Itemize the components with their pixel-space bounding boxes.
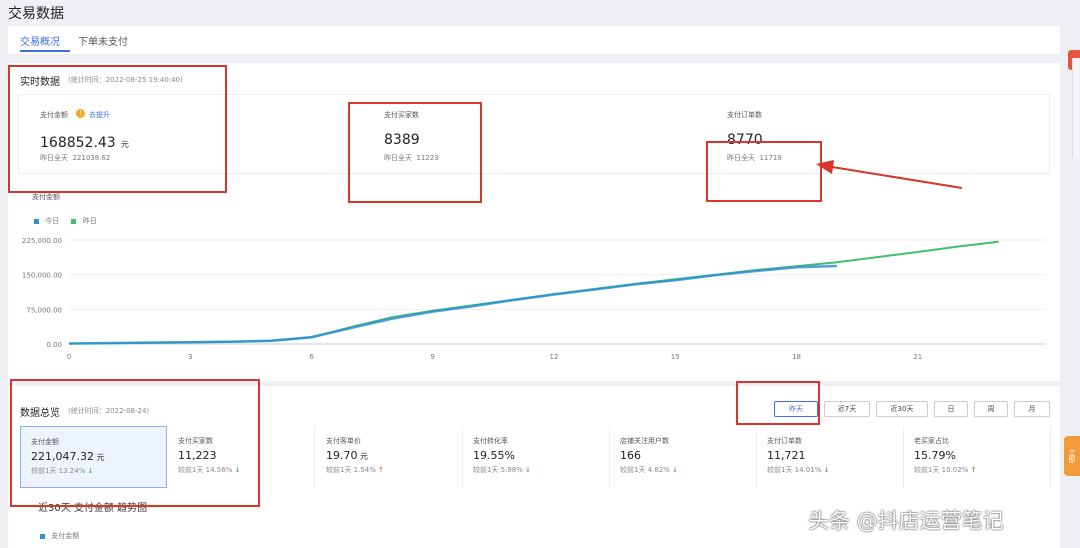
side-scroll-strip: [1072, 58, 1080, 158]
x-tick-label: 21: [913, 353, 922, 361]
annotation-box-yesterday: [736, 381, 820, 425]
metric-compare: 较前1天 10.02% ↑: [914, 466, 977, 474]
metric-value: 19.70 元: [326, 449, 369, 462]
arrow-down-icon: ↓: [672, 466, 679, 474]
range-30days-button[interactable]: 近30天: [876, 401, 928, 417]
annotation-box-pay-amount: [8, 65, 227, 193]
active-tab-indicator: [20, 50, 70, 52]
page-title: 交易数据: [8, 6, 64, 22]
x-tick-label: 0: [67, 353, 71, 361]
metric-unit: 元: [357, 452, 369, 461]
x-tick-label: 18: [792, 353, 801, 361]
metric-card[interactable]: 支付订单数 11,721 较前1天 14.01% ↓: [757, 426, 904, 488]
y-tick-label: 0.00: [46, 341, 62, 349]
side-promo-badge[interactable]: 立即: [1064, 436, 1080, 476]
tab-unpaid-orders[interactable]: 下单未支付: [78, 33, 128, 48]
tab-overview[interactable]: 交易概况: [20, 33, 60, 48]
y-tick-label: 150,000.00: [22, 272, 62, 280]
metric-compare: 较前1天 4.82% ↓: [620, 466, 679, 474]
range-7days-button[interactable]: 近7天: [824, 401, 870, 417]
metric-card[interactable]: 店铺关注用户数 166 较前1天 4.82% ↓: [610, 426, 757, 488]
chart-title: 支付金额: [32, 193, 60, 201]
legend-yesterday-swatch: [71, 218, 77, 224]
range-week-button[interactable]: 周: [974, 401, 1008, 417]
annotation-box-buyers: [348, 102, 482, 203]
trend-legend-swatch: [40, 533, 45, 539]
x-tick-label: 3: [188, 353, 192, 361]
y-tick-label: 75,000.00: [26, 306, 62, 314]
metric-label: 支付转化率: [473, 437, 508, 445]
metric-label: 老买家占比: [914, 437, 949, 445]
arrow-up-icon: ↑: [378, 466, 385, 474]
metric-value: 11,721: [767, 449, 806, 462]
metric-label: 支付客单价: [326, 437, 361, 445]
tab-bar: 交易概况 下单未支付: [8, 26, 1060, 54]
arrow-down-icon: ↓: [525, 466, 532, 474]
legend-yesterday: 昨日: [82, 217, 97, 225]
annotation-arrow: [816, 160, 963, 189]
metric-compare: 较前1天 5.98% ↓: [473, 466, 532, 474]
metric-label: 店铺关注用户数: [620, 437, 669, 445]
orders-label: 支付订单数: [727, 111, 762, 119]
y-tick-label: 225,000.00: [22, 237, 62, 245]
metric-value: 15.79%: [914, 449, 956, 462]
legend-today-swatch: [34, 218, 39, 224]
annotation-box-orders: [706, 141, 822, 202]
metric-value: 19.55%: [473, 449, 515, 462]
trend-legend: 支付金额: [40, 531, 79, 541]
legend-today: 今日: [45, 217, 60, 225]
metric-value: 166: [620, 449, 641, 462]
metric-compare: 较前1天 1.54% ↑: [326, 466, 385, 474]
pay-amount-chart: 0.00 75,000.00 150,000.00 225,000.00 0 3 6 9 12 1…: [22, 237, 1046, 361]
metric-card[interactable]: 老买家占比 15.79% 较前1天 10.02% ↑: [904, 426, 1051, 488]
watermark-text: 头条 @抖店运营笔记: [808, 509, 1004, 533]
chart-legend: 今日 昨日: [34, 216, 97, 226]
range-month-button[interactable]: 月: [1014, 401, 1050, 417]
metric-card[interactable]: 支付客单价 19.70 元较前1天 1.54% ↑: [316, 426, 463, 488]
x-tick-label: 9: [431, 353, 435, 361]
metric-compare: 较前1天 14.01% ↓: [767, 466, 830, 474]
metric-label: 支付订单数: [767, 437, 802, 445]
arrow-up-icon: ↑: [970, 466, 977, 474]
annotation-box-overview: [10, 379, 260, 507]
series-line-yesterday: [68, 240, 999, 345]
arrow-down-icon: ↓: [823, 466, 830, 474]
series-line-today: [68, 264, 837, 345]
range-day-button[interactable]: 日: [934, 401, 968, 417]
metric-card[interactable]: 支付转化率 19.55% 较前1天 5.98% ↓: [463, 426, 610, 488]
x-tick-label: 6: [309, 353, 314, 361]
x-tick-label: 12: [550, 353, 559, 361]
x-tick-label: 15: [671, 353, 680, 361]
